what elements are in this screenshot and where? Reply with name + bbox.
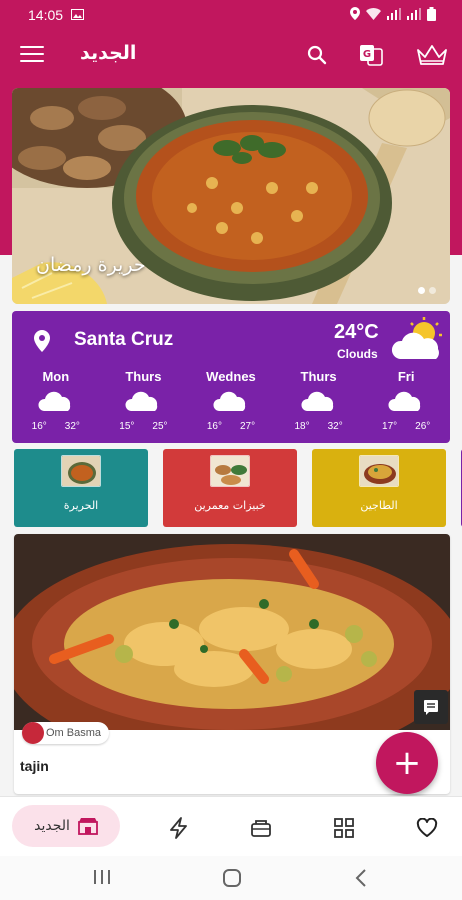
nav-item-shop[interactable] — [248, 815, 274, 841]
battery-icon — [427, 6, 436, 24]
heart-icon — [416, 818, 438, 837]
back-icon[interactable] — [354, 868, 368, 892]
nav-item-categories[interactable] — [331, 815, 357, 841]
weather-condition: Clouds — [337, 347, 378, 361]
recent-apps-icon[interactable] — [92, 868, 112, 890]
day-name: Thurs — [300, 369, 337, 384]
category-card-bread[interactable]: خبيزات معمرين — [163, 449, 297, 527]
carousel-dot — [429, 287, 436, 294]
crown-icon[interactable] — [414, 40, 450, 70]
carousel-indicator — [418, 287, 436, 294]
featured-banner[interactable]: حريرة رمضان — [12, 88, 450, 304]
home-icon[interactable] — [222, 868, 242, 892]
day-low: 16° — [31, 421, 47, 432]
day-low: 18° — [294, 421, 310, 432]
translate-icon[interactable]: G — [356, 40, 386, 70]
cart-icon — [251, 820, 271, 837]
forecast-row: Mon 16° 32° Thurs 15° 25° Wednes 16° 27° Th… — [12, 369, 450, 439]
lightning-icon — [170, 817, 187, 839]
forecast-day: Thurs 18° 32° — [275, 369, 363, 439]
day-name: Wednes — [206, 369, 256, 384]
category-label: خبيزات معمرين — [194, 499, 266, 512]
cloud-icon — [301, 391, 333, 411]
day-high: 26° — [415, 421, 431, 432]
day-low: 16° — [206, 421, 222, 432]
app-screen: 14:05 الجديد G حريرة رمضان Santa Cruz 24… — [0, 0, 462, 900]
location-pin-icon — [34, 330, 50, 356]
author-chip[interactable]: Om Basma — [22, 722, 110, 744]
signal-icon-2 — [407, 7, 421, 23]
category-card-harira[interactable]: الحريرة — [14, 449, 148, 527]
add-recipe-button[interactable]: + — [376, 732, 438, 794]
weather-temperature: 24°C — [334, 321, 379, 343]
category-thumbnail — [61, 455, 101, 487]
weather-widget[interactable]: Santa Cruz 24°C Clouds Mon 16° 32° Thurs … — [12, 311, 450, 443]
status-time: 14:05 — [28, 7, 64, 23]
category-label: الطاجين — [360, 499, 398, 512]
forecast-day: Mon 16° 32° — [12, 369, 100, 439]
system-navigation-bar — [0, 856, 462, 900]
nav-label: الجديد — [34, 818, 70, 834]
forecast-day: Fri 17° 26° — [362, 369, 450, 439]
cloud-icon — [213, 391, 246, 411]
day-low: 17° — [382, 421, 398, 432]
partly-cloudy-icon — [390, 317, 446, 367]
app-toolbar: الجديد G — [0, 34, 462, 78]
wifi-icon — [366, 7, 381, 23]
avatar — [22, 722, 44, 744]
recipe-title: tajin — [20, 758, 49, 774]
signal-icon — [387, 7, 401, 23]
carousel-dot — [418, 287, 425, 294]
day-name: Thurs — [125, 369, 162, 384]
category-card-tajine[interactable]: الطاجين — [312, 449, 446, 527]
svg-text:G: G — [363, 49, 371, 60]
location-icon — [350, 7, 360, 23]
category-thumbnail — [210, 455, 250, 487]
status-bar: 14:05 — [0, 0, 462, 30]
cloud-icon — [38, 391, 70, 411]
cloud-icon — [125, 391, 158, 411]
category-list: الحريرة خبيزات معمرين الطاجين — [14, 449, 462, 527]
day-low: 15° — [119, 421, 135, 432]
day-high: 32° — [64, 421, 80, 432]
day-high: 32° — [327, 421, 343, 432]
author-name: Om Basma — [46, 727, 102, 739]
banner-caption: حريرة رمضان — [36, 254, 146, 276]
nav-item-favorites[interactable] — [414, 815, 440, 841]
cloud-icon — [388, 391, 421, 411]
page-title: الجديد — [80, 42, 137, 64]
weather-city: Santa Cruz — [74, 329, 174, 350]
day-name: Fri — [397, 369, 415, 384]
forecast-day: Wednes 16° 27° — [187, 369, 275, 439]
bottom-navigation: الجديد — [0, 796, 462, 856]
comment-icon[interactable] — [414, 690, 448, 724]
search-icon[interactable] — [302, 40, 332, 70]
tajine-image — [14, 534, 450, 730]
nav-item-new[interactable]: الجديد — [12, 805, 120, 847]
day-high: 27° — [239, 421, 256, 432]
gallery-notification-icon — [71, 7, 85, 23]
category-label: الحريرة — [63, 499, 99, 512]
store-icon — [77, 818, 98, 835]
forecast-day: Thurs 15° 25° — [100, 369, 188, 439]
day-high: 25° — [152, 421, 168, 432]
grid-icon — [334, 818, 354, 838]
nav-item-trending[interactable] — [166, 815, 192, 841]
menu-icon[interactable] — [20, 46, 44, 64]
day-name: Mon — [42, 369, 70, 384]
category-thumbnail — [359, 455, 399, 487]
